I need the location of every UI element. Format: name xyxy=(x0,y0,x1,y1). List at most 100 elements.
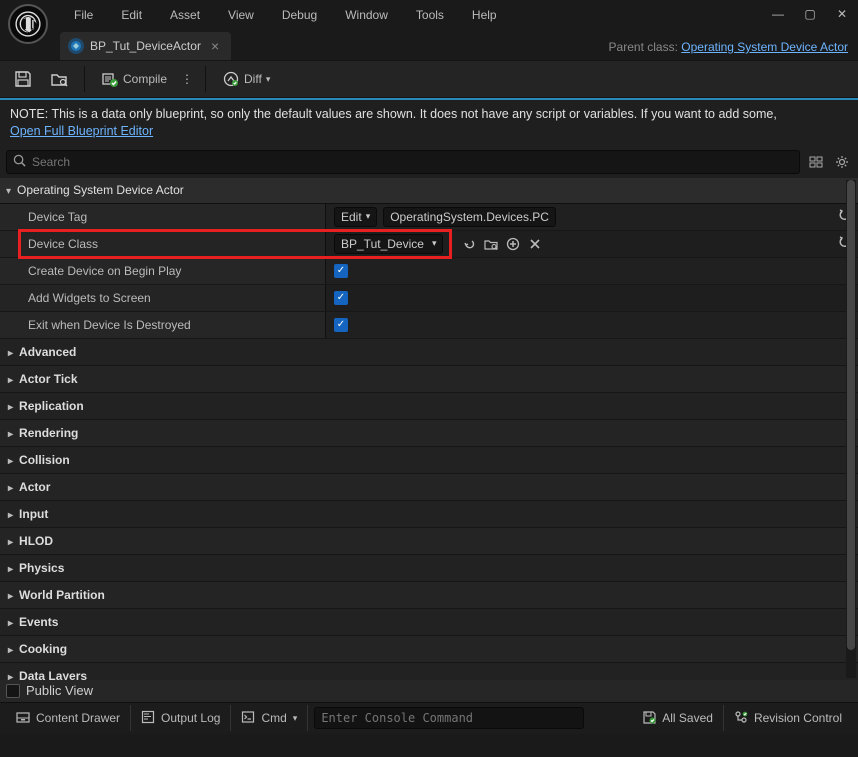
menu-file[interactable]: File xyxy=(60,4,107,26)
prop-device-tag: Device Tag Edit▾ OperatingSystem.Devices… xyxy=(0,204,858,231)
search-input[interactable] xyxy=(32,151,793,173)
browse-icon xyxy=(50,70,68,88)
tab-title: BP_Tut_DeviceActor xyxy=(90,39,201,53)
category-title: Operating System Device Actor xyxy=(17,183,184,197)
device-tag-edit-dropdown[interactable]: Edit▾ xyxy=(334,207,377,227)
menu-edit[interactable]: Edit xyxy=(107,4,156,26)
device-class-dropdown[interactable]: BP_Tut_Device▾ xyxy=(334,234,443,254)
section-label: Collision xyxy=(19,453,70,467)
prop-label-create-begin: Create Device on Begin Play xyxy=(0,258,326,284)
section-advanced[interactable]: Advanced xyxy=(0,339,858,366)
prop-exit-destroyed: Exit when Device Is Destroyed ✓ xyxy=(0,312,858,339)
search-row xyxy=(0,146,858,178)
compile-icon xyxy=(101,70,119,88)
note-banner: NOTE: This is a data only blueprint, so … xyxy=(0,98,858,146)
tab-close-icon[interactable]: × xyxy=(207,38,223,54)
content-drawer-button[interactable]: Content Drawer xyxy=(6,705,131,731)
compile-options-button[interactable]: ⋮ xyxy=(177,64,197,94)
prop-label-add-widgets: Add Widgets to Screen xyxy=(0,285,326,311)
menu-help[interactable]: Help xyxy=(458,4,511,26)
prop-device-class: Device Class BP_Tut_Device▾ xyxy=(0,231,858,258)
section-collision[interactable]: Collision xyxy=(0,447,858,474)
menu-asset[interactable]: Asset xyxy=(156,4,214,26)
open-full-editor-link[interactable]: Open Full Blueprint Editor xyxy=(10,124,153,138)
section-label: Cooking xyxy=(19,642,67,656)
section-data-layers[interactable]: Data Layers xyxy=(0,663,858,680)
bottom-bar: Content Drawer Output Log Cmd ▾ All Save… xyxy=(0,702,858,734)
create-new-icon[interactable] xyxy=(505,236,521,252)
tab-bar: BP_Tut_DeviceActor × Parent class: Opera… xyxy=(0,30,858,60)
output-log-button[interactable]: Output Log xyxy=(131,705,231,731)
menu-debug[interactable]: Debug xyxy=(268,4,331,26)
section-events[interactable]: Events xyxy=(0,609,858,636)
revision-control-button[interactable]: Revision Control xyxy=(724,705,852,731)
prop-label-exit-destroyed: Exit when Device Is Destroyed xyxy=(0,312,326,338)
section-label: Input xyxy=(19,507,48,521)
section-input[interactable]: Input xyxy=(0,501,858,528)
prop-value-device-tag: Edit▾ OperatingSystem.Devices.PC xyxy=(326,204,858,230)
public-view-checkbox[interactable] xyxy=(6,684,20,698)
section-label: Events xyxy=(19,615,58,629)
expand-icon xyxy=(8,426,13,440)
exit-destroyed-checkbox[interactable]: ✓ xyxy=(334,318,348,332)
menu-tools[interactable]: Tools xyxy=(402,4,458,26)
expand-icon xyxy=(8,615,13,629)
public-view-row: Public View xyxy=(0,680,858,702)
settings-button[interactable] xyxy=(832,152,852,172)
prop-label-device-tag: Device Tag xyxy=(0,204,326,230)
use-selected-icon[interactable] xyxy=(461,236,477,252)
menu-view[interactable]: View xyxy=(214,4,268,26)
blueprint-icon xyxy=(68,38,84,54)
properties-scroll: Operating System Device Actor Device Tag… xyxy=(0,178,858,680)
browse-button[interactable] xyxy=(42,64,76,94)
diff-icon xyxy=(222,70,240,88)
menu-window[interactable]: Window xyxy=(331,4,402,26)
save-icon xyxy=(14,70,32,88)
all-saved-button[interactable]: All Saved xyxy=(632,705,724,731)
expand-icon xyxy=(8,345,13,359)
category-header[interactable]: Operating System Device Actor xyxy=(0,178,858,204)
minimize-icon[interactable]: — xyxy=(770,6,786,22)
compile-label: Compile xyxy=(123,72,167,86)
clear-icon[interactable] xyxy=(527,236,543,252)
console-input[interactable] xyxy=(314,707,584,729)
section-label: Actor Tick xyxy=(19,372,77,386)
expand-icon xyxy=(8,453,13,467)
expand-icon xyxy=(8,372,13,386)
create-begin-checkbox[interactable]: ✓ xyxy=(334,264,348,278)
scrollbar-vertical[interactable] xyxy=(846,180,856,678)
cmd-button[interactable]: Cmd ▾ xyxy=(231,705,308,731)
parent-class-link[interactable]: Operating System Device Actor xyxy=(681,40,848,54)
prop-value-device-class: BP_Tut_Device▾ xyxy=(326,231,858,257)
diff-button[interactable]: Diff ▾ xyxy=(214,64,278,94)
browse-asset-icon[interactable] xyxy=(483,236,499,252)
add-widgets-checkbox[interactable]: ✓ xyxy=(334,291,348,305)
section-actor-tick[interactable]: Actor Tick xyxy=(0,366,858,393)
scrollbar-thumb[interactable] xyxy=(847,180,855,650)
close-icon[interactable]: ✕ xyxy=(834,6,850,22)
section-label: HLOD xyxy=(19,534,53,548)
prop-add-widgets: Add Widgets to Screen ✓ xyxy=(0,285,858,312)
section-physics[interactable]: Physics xyxy=(0,555,858,582)
view-options-button[interactable] xyxy=(806,152,826,172)
expand-icon xyxy=(6,183,11,197)
device-tag-value[interactable]: OperatingSystem.Devices.PC xyxy=(383,207,556,227)
ue-logo-icon xyxy=(14,10,42,38)
section-cooking[interactable]: Cooking xyxy=(0,636,858,663)
compile-button[interactable]: Compile xyxy=(93,64,175,94)
toolbar: Compile ⋮ Diff ▾ xyxy=(0,60,858,98)
parent-class-info: Parent class: Operating System Device Ac… xyxy=(609,40,848,54)
tab-blueprint[interactable]: BP_Tut_DeviceActor × xyxy=(60,32,231,60)
expand-icon xyxy=(8,588,13,602)
ue-logo[interactable] xyxy=(8,4,48,44)
expand-icon xyxy=(8,507,13,521)
save-button[interactable] xyxy=(6,64,40,94)
maximize-icon[interactable]: ▢ xyxy=(802,6,818,22)
section-actor[interactable]: Actor xyxy=(0,474,858,501)
section-world-partition[interactable]: World Partition xyxy=(0,582,858,609)
prop-label-device-class: Device Class xyxy=(0,231,326,257)
section-replication[interactable]: Replication xyxy=(0,393,858,420)
expand-icon xyxy=(8,669,13,680)
section-hlod[interactable]: HLOD xyxy=(0,528,858,555)
section-rendering[interactable]: Rendering xyxy=(0,420,858,447)
